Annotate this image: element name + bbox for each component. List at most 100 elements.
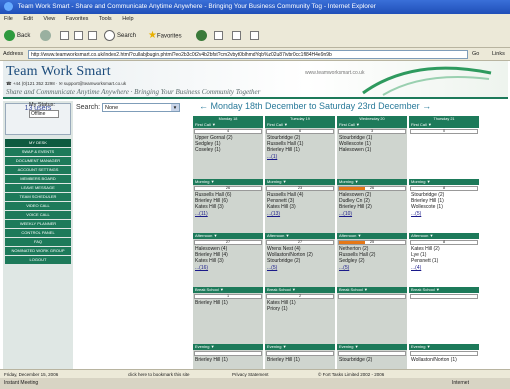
slot-label[interactable]: Evening ▼	[409, 344, 479, 350]
menu-file[interactable]: File	[4, 16, 13, 22]
calendar-slot[interactable]: Afternoon ▼ 27 Wrens Nest (4) Wollaston/Nor…	[265, 233, 335, 285]
mail-button[interactable]	[214, 30, 223, 42]
calendar-slot[interactable]: Evening ▼ Wollaston/Norton (1)	[409, 344, 479, 369]
slot-label[interactable]: Afternoon ▼	[193, 233, 263, 239]
back-button[interactable]: Back	[4, 30, 30, 42]
calendar-slot[interactable]: Break School ▼	[337, 287, 407, 342]
menu-help[interactable]: Help	[122, 16, 133, 22]
slot-count: 4	[226, 128, 230, 133]
slot-label[interactable]: Morning ▼	[193, 179, 263, 185]
calendar-slot[interactable]: Break School ▼ 1 Brierley Hill (1)	[193, 287, 263, 342]
calendar-slot[interactable]: Afternoon ▼ 25 Netherton (2) Russells Hall …	[337, 233, 407, 285]
slot-label[interactable]: Morning ▼	[265, 179, 335, 185]
calendar-slot[interactable]: Evening ▼ Brierley Hill (1)	[265, 344, 335, 369]
home-button[interactable]	[88, 30, 97, 42]
slot-label[interactable]: Evening ▼	[193, 344, 263, 350]
calendar-slot[interactable]: Break School ▼ 2 Kates Hill (1) Priory (1)	[265, 287, 335, 342]
slot-label[interactable]: Break School ▼	[265, 287, 335, 293]
search-select[interactable]: None ▼	[102, 103, 180, 112]
slot-label[interactable]: Afternoon ▼	[409, 233, 479, 239]
sidebar-item-my-desk[interactable]: MY DESK	[5, 139, 71, 147]
more-link[interactable]: ...(11)	[195, 211, 261, 217]
stop-icon	[60, 30, 69, 40]
site-brand[interactable]: Team Work Smart	[6, 64, 111, 80]
sidebar-item-account-settings[interactable]: ACCOUNT SETTINGS	[5, 166, 71, 174]
search-icon	[104, 30, 115, 41]
more-link[interactable]: ...(1)	[267, 154, 333, 160]
slot-label[interactable]: Afternoon ▼	[265, 233, 335, 239]
more-link[interactable]: ...(16)	[195, 265, 261, 271]
slot-label[interactable]: Break School ▼	[409, 287, 479, 293]
calendar-slot[interactable]: Evening ▼ Stourbridge (2)	[337, 344, 407, 369]
sidebar-item-nominated-work-group[interactable]: NOMINATED WORK GROUP	[5, 247, 71, 255]
sidebar-item-members-board[interactable]: MEMBERS BOARD	[5, 175, 71, 183]
menu-favorites[interactable]: Favorites	[66, 16, 89, 22]
more-link[interactable]: ...(5)	[339, 265, 405, 271]
sidebar-item-leave-message[interactable]: LEAVE MESSAGE	[5, 184, 71, 192]
sidebar-item-weekly-planner[interactable]: WEEKLY PLANNER	[5, 220, 71, 228]
slot-label[interactable]: First Call ▼	[337, 122, 407, 128]
slot-label[interactable]: First Call ▼	[193, 122, 263, 128]
slot-label[interactable]: Evening ▼	[337, 344, 407, 350]
slot-label[interactable]: Break School ▼	[337, 287, 407, 293]
window-title-bar: Team Work Smart - Share and Communicate …	[0, 0, 510, 14]
sidebar-item-faq[interactable]: FAQ	[5, 238, 71, 246]
more-link[interactable]: ...(5)	[267, 265, 333, 271]
calendar-slot[interactable]: Break School ▼	[409, 287, 479, 342]
calendar-slot[interactable]: Evening ▼ Brierley Hill (1)	[193, 344, 263, 369]
calendar-slot[interactable]: First Call ▼ 4 Upper Gornal (2) Sedgley (1)…	[193, 122, 263, 177]
calendar-slot[interactable]: Morning ▼ 26 Russells Hall (6) Brierley Hil…	[193, 179, 263, 231]
more-link[interactable]: ...(4)	[411, 265, 477, 271]
menu-tools[interactable]: Tools	[99, 16, 112, 22]
search-button[interactable]: Search	[104, 30, 136, 42]
slot-label[interactable]: First Call ▼	[409, 122, 479, 128]
sidebar-item-voice-call[interactable]: VOICE CALL	[5, 211, 71, 219]
forward-arrow-icon	[40, 30, 51, 41]
refresh-icon	[74, 30, 83, 40]
slot-locations: Halesowen (4) Brierley Hill (4) Kates Hill…	[193, 245, 263, 272]
slot-locations: Stourbridge (2) Brierley Hill (1) Wollesco…	[409, 191, 479, 218]
status-select[interactable]: Offline	[29, 110, 59, 118]
instant-meeting-button[interactable]: Instant Meeting	[4, 378, 38, 389]
calendar-slot[interactable]: First Call ▼ 3 Stourbridge (1) Wollescote (…	[337, 122, 407, 177]
location-entry: Brierley Hill (1)	[195, 357, 228, 363]
menu-edit[interactable]: Edit	[23, 16, 32, 22]
slot-label[interactable]: Morning ▼	[337, 179, 407, 185]
forward-button[interactable]	[40, 30, 53, 42]
slot-label[interactable]: First Call ▼	[265, 122, 335, 128]
sidebar-item-swap-events[interactable]: SWAP & EVENTS	[5, 148, 71, 156]
edit-button[interactable]	[250, 30, 259, 42]
calendar-slot[interactable]: Morning ▼ 23 Russells Hall (4) Pensnett (3)…	[265, 179, 335, 231]
address-input[interactable]: http://www.teamworksmart.co.uk/index2.ht…	[28, 50, 468, 59]
calendar-slot[interactable]: First Call ▼ 6 Stourbridge (2) Russells Hal…	[265, 122, 335, 177]
refresh-button[interactable]	[74, 30, 83, 42]
page-content: Team Work Smart ☎ +44 (0)121 352 3298 · …	[3, 61, 508, 369]
calendar-slot[interactable]: Morning ▼ 8 Stourbridge (2) Brierley Hill (…	[409, 179, 479, 231]
more-link[interactable]: ...(13)	[267, 211, 333, 217]
sidebar-item-logout[interactable]: LOGOUT	[5, 256, 71, 264]
go-button[interactable]: Go	[472, 48, 479, 61]
more-link[interactable]: ...(10)	[339, 211, 405, 217]
menu-view[interactable]: View	[43, 16, 55, 22]
sidebar-item-control-panel[interactable]: CONTROL PANEL	[5, 229, 71, 237]
slot-label[interactable]: Break School ▼	[193, 287, 263, 293]
calendar-slot[interactable]: Afternoon ▼ 8 Kates Hill (2) Lye (1) Pensnet…	[409, 233, 479, 285]
back-arrow-icon	[4, 30, 15, 41]
calendar-slot[interactable]: First Call ▼ 0	[409, 122, 479, 177]
more-link[interactable]: ...(5)	[411, 211, 477, 217]
calendar-slot[interactable]: Afternoon ▼ 27 Halesowen (4) Brierley Hill …	[193, 233, 263, 285]
slot-label[interactable]: Evening ▼	[265, 344, 335, 350]
site-contact: ☎ +44 (0)121 352 3298 · ✉ support@teamwo…	[6, 81, 127, 86]
print-button[interactable]	[232, 30, 241, 42]
sidebar-item-video-call[interactable]: VIDEO CALL	[5, 202, 71, 210]
calendar-slot[interactable]: Morning ▼ 26 Halesowen (2) Dudley Cn (2) Bri…	[337, 179, 407, 231]
favorites-button[interactable]: ★Favorites	[148, 30, 182, 42]
stop-button[interactable]	[60, 30, 69, 42]
links-button[interactable]: Links	[492, 48, 505, 61]
slot-label[interactable]: Morning ▼	[409, 179, 479, 185]
sidebar-item-document-manager[interactable]: DOCUMENT MANAGER	[5, 157, 71, 165]
history-button[interactable]	[196, 30, 209, 42]
slot-label[interactable]: Afternoon ▼	[337, 233, 407, 239]
sidebar-item-team-scheduler[interactable]: TEAM SCHEDULER	[5, 193, 71, 201]
week-range-navigator[interactable]: ← Monday 18th December to Saturday 23rd …	[199, 101, 431, 111]
